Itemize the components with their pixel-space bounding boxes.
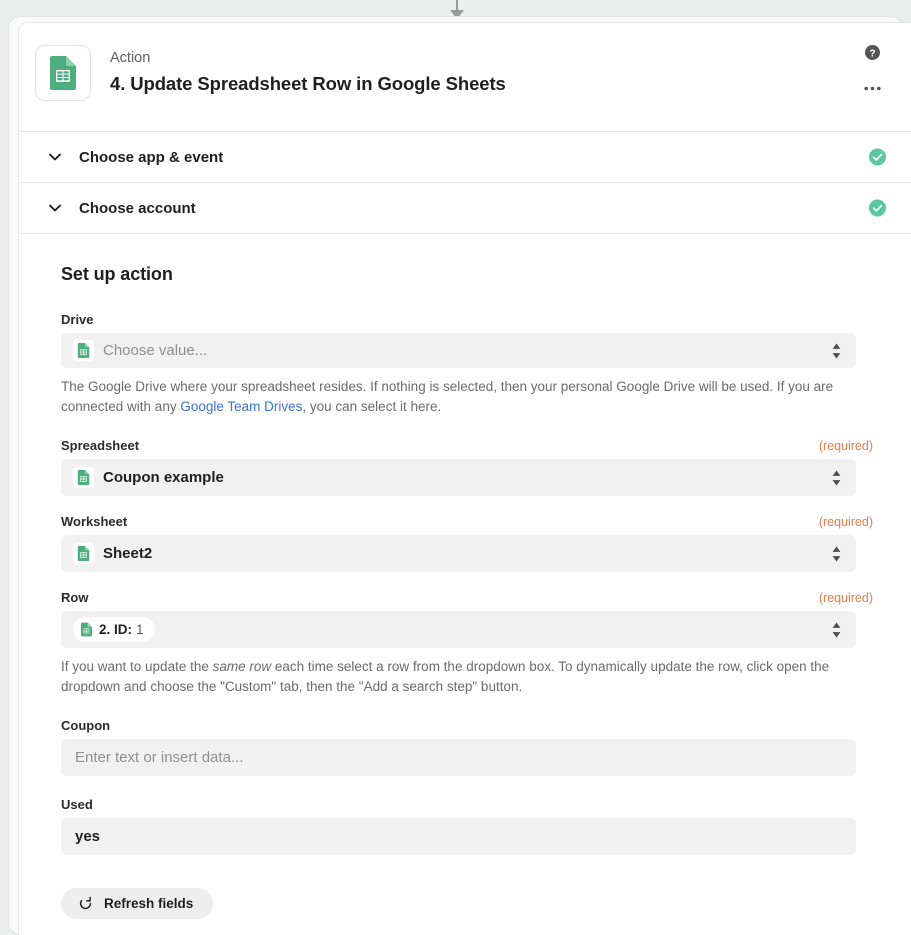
- token-label: 2. ID:: [99, 622, 132, 637]
- section-choose-app-event[interactable]: Choose app & event: [19, 131, 911, 182]
- header-text-group: Action 4. Update Spreadsheet Row in Goog…: [110, 41, 506, 97]
- action-card: Action 4. Update Spreadsheet Row in Goog…: [18, 22, 911, 935]
- stepper-arrows-icon[interactable]: [831, 468, 842, 487]
- field-label: Used: [61, 797, 93, 812]
- worksheet-dropdown[interactable]: Sheet2: [61, 535, 856, 572]
- section-choose-account[interactable]: Choose account: [19, 182, 911, 233]
- section-label: Choose account: [79, 200, 196, 217]
- setup-action-heading: Set up action: [61, 264, 873, 285]
- chevron-down-icon: [46, 148, 64, 166]
- worksheet-value: Sheet2: [103, 545, 152, 562]
- page-title: 4. Update Spreadsheet Row in Google Shee…: [110, 71, 506, 97]
- drive-value: Choose value...: [103, 342, 207, 359]
- google-team-drives-link[interactable]: Google Team Drives: [180, 399, 302, 414]
- google-sheets-small-icon: [80, 622, 93, 637]
- field-label-row: Coupon: [61, 718, 873, 733]
- helper-text-part: If you want to update the: [61, 659, 213, 674]
- field-label: Coupon: [61, 718, 110, 733]
- action-configuration-page: Action 4. Update Spreadsheet Row in Goog…: [0, 0, 911, 935]
- token-value: 1: [136, 622, 144, 637]
- drive-dropdown[interactable]: Choose value...: [61, 333, 856, 368]
- section-label: Choose app & event: [79, 149, 223, 166]
- ellipsis-icon[interactable]: [864, 86, 881, 91]
- google-sheets-icon: [73, 340, 94, 361]
- used-value: yes: [75, 828, 100, 845]
- coupon-input[interactable]: Enter text or insert data...: [61, 739, 856, 776]
- google-sheets-icon: [73, 467, 94, 488]
- field-coupon: Coupon Enter text or insert data...: [61, 718, 873, 776]
- field-label: Spreadsheet: [61, 438, 139, 453]
- refresh-fields-label: Refresh fields: [104, 896, 193, 911]
- stepper-arrows-icon[interactable]: [831, 620, 842, 639]
- used-input[interactable]: yes: [61, 818, 856, 855]
- helper-text-emphasis: same row: [213, 659, 272, 674]
- field-used: Used yes: [61, 797, 873, 855]
- header-actions: ?: [864, 45, 881, 91]
- field-row: Row (required): [61, 590, 873, 697]
- required-tag: (required): [819, 439, 873, 453]
- field-label-row: Used: [61, 797, 873, 812]
- row-dropdown[interactable]: 2. ID: 1: [61, 611, 856, 648]
- refresh-fields-button[interactable]: Refresh fields: [61, 888, 213, 919]
- field-worksheet: Worksheet (required): [61, 514, 873, 572]
- svg-text:?: ?: [869, 48, 875, 59]
- stepper-arrows-icon[interactable]: [831, 341, 842, 360]
- row-helper-text: If you want to update the same row each …: [61, 657, 861, 697]
- field-label-row: Spreadsheet (required): [61, 438, 873, 453]
- required-tag: (required): [819, 515, 873, 529]
- helper-text-part: The Google Drive where your spreadsheet …: [61, 379, 833, 414]
- step-type-label: Action: [110, 48, 506, 68]
- data-token-pill[interactable]: 2. ID: 1: [73, 617, 155, 642]
- help-circle-icon[interactable]: ?: [865, 45, 880, 60]
- helper-text-part: , you can select it here.: [302, 399, 441, 414]
- field-label: Row: [61, 590, 88, 605]
- setup-action-section: Set up action Drive: [19, 233, 911, 919]
- complete-check-icon: [869, 149, 886, 166]
- card-header: Action 4. Update Spreadsheet Row in Goog…: [19, 23, 911, 131]
- field-drive: Drive: [61, 312, 873, 417]
- coupon-placeholder: Enter text or insert data...: [75, 749, 243, 766]
- refresh-icon: [78, 896, 93, 911]
- drive-helper-text: The Google Drive where your spreadsheet …: [61, 377, 861, 417]
- complete-check-icon: [869, 200, 886, 217]
- field-spreadsheet: Spreadsheet (required): [61, 438, 873, 496]
- field-label-row: Row (required): [61, 590, 873, 605]
- chevron-down-icon: [46, 199, 64, 217]
- field-label: Worksheet: [61, 514, 127, 529]
- google-sheets-icon: [35, 45, 91, 101]
- field-label-row: Worksheet (required): [61, 514, 873, 529]
- required-tag: (required): [819, 591, 873, 605]
- stepper-arrows-icon[interactable]: [831, 544, 842, 563]
- spreadsheet-value: Coupon example: [103, 469, 224, 486]
- field-label-row: Drive: [61, 312, 873, 327]
- field-label: Drive: [61, 312, 94, 327]
- spreadsheet-dropdown[interactable]: Coupon example: [61, 459, 856, 496]
- google-sheets-icon: [73, 543, 94, 564]
